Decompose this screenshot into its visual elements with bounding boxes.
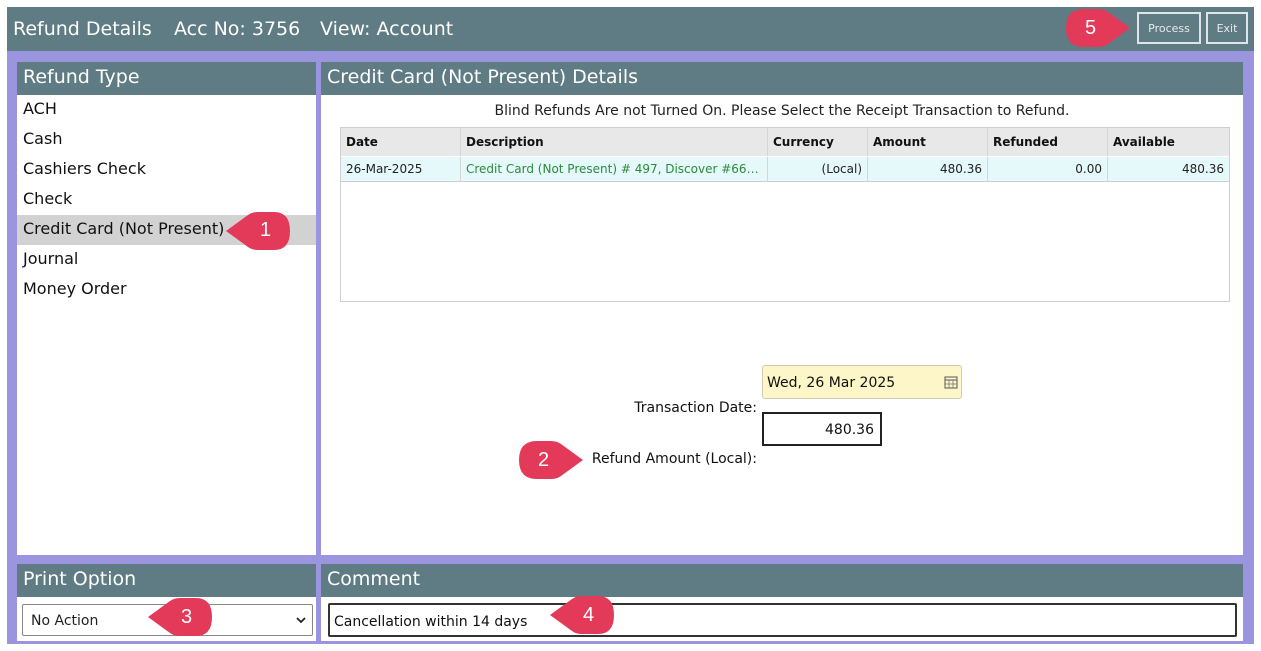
refund-type-heading: Refund Type xyxy=(17,62,316,95)
column-header-amount[interactable]: Amount xyxy=(868,128,988,156)
comment-input[interactable]: Cancellation within 14 days xyxy=(328,603,1237,637)
details-panel: Credit Card (Not Present) Details Blind … xyxy=(321,62,1243,555)
comment-panel: Comment Cancellation within 14 days xyxy=(321,564,1243,641)
transaction-date-label: Transaction Date: xyxy=(634,400,757,416)
callout-marker-5 xyxy=(1066,9,1130,47)
column-header-date[interactable]: Date xyxy=(341,128,461,156)
cell-currency: (Local) xyxy=(768,157,868,182)
view-label: View: Account xyxy=(320,18,454,40)
exit-button[interactable]: Exit xyxy=(1206,12,1248,44)
print-option-heading: Print Option xyxy=(17,564,316,597)
refund-amount-input[interactable]: 480.36 xyxy=(762,412,882,446)
column-header-description[interactable]: Description xyxy=(461,128,768,156)
cell-description: Credit Card (Not Present) # 497, Discove… xyxy=(461,157,768,182)
callout-number-2: 2 xyxy=(538,449,550,471)
chevron-down-icon xyxy=(296,617,306,624)
calendar-icon[interactable] xyxy=(944,375,958,389)
callout-number-1: 1 xyxy=(260,219,272,241)
cell-refunded: 0.00 xyxy=(988,157,1108,182)
refund-amount-label: Refund Amount (Local): xyxy=(591,451,757,467)
account-number: Acc No: 3756 xyxy=(174,18,301,40)
table-header-row: Date Description Currency Amount Refunde… xyxy=(341,128,1229,156)
callout-number-4: 4 xyxy=(583,604,595,626)
cell-amount: 480.36 xyxy=(868,157,988,182)
refund-type-cash[interactable]: Cash xyxy=(17,125,316,155)
details-heading: Credit Card (Not Present) Details xyxy=(321,62,1243,95)
process-button[interactable]: Process xyxy=(1137,12,1201,44)
print-option-selected-value: No Action xyxy=(31,613,99,629)
refund-type-ach[interactable]: ACH xyxy=(17,95,316,125)
table-row[interactable]: 26-Mar-2025 Credit Card (Not Present) # … xyxy=(341,157,1229,182)
callout-number-3: 3 xyxy=(181,606,193,628)
column-header-available[interactable]: Available xyxy=(1108,128,1229,156)
comment-heading: Comment xyxy=(321,564,1243,597)
refund-type-panel: Refund Type ACH Cash Cashiers Check Chec… xyxy=(17,62,316,555)
blind-refund-notice: Blind Refunds Are not Turned On. Please … xyxy=(494,103,1070,119)
column-header-refunded[interactable]: Refunded xyxy=(988,128,1108,156)
callout-marker-2 xyxy=(519,441,583,479)
transaction-date-field[interactable]: Wed, 26 Mar 2025 xyxy=(762,365,962,399)
cell-available: 480.36 xyxy=(1182,162,1224,176)
cell-date: 26-Mar-2025 xyxy=(341,157,461,182)
transaction-date-value: Wed, 26 Mar 2025 xyxy=(767,375,896,391)
refund-type-cashiers-check[interactable]: Cashiers Check xyxy=(17,155,316,185)
callout-number-5: 5 xyxy=(1085,17,1097,39)
column-header-currency[interactable]: Currency xyxy=(768,128,868,156)
page-title: Refund Details xyxy=(13,18,152,40)
refund-type-list: ACH Cash Cashiers Check Check Credit Car… xyxy=(17,95,316,305)
receipt-transaction-table: Date Description Currency Amount Refunde… xyxy=(340,127,1230,302)
refund-type-money-order[interactable]: Money Order xyxy=(17,275,316,305)
